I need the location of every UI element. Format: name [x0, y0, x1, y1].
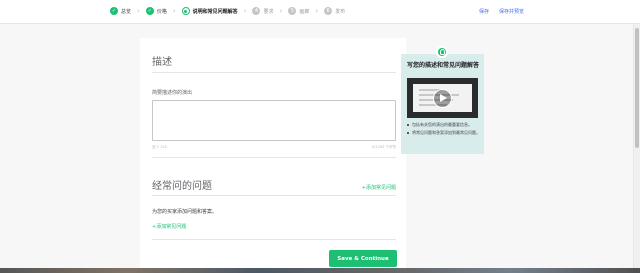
divider [152, 239, 396, 240]
nav-actions: 保存 保存并预览 [469, 8, 524, 15]
scrollbar-thumb[interactable] [635, 28, 639, 148]
description-textarea[interactable] [152, 100, 396, 141]
chevron-right-icon: › [279, 7, 283, 15]
step-number: 5 [288, 7, 297, 15]
chevron-right-icon: › [172, 7, 176, 15]
save-and-continue-button[interactable]: Save & Continue [329, 250, 397, 267]
divider [152, 72, 396, 73]
main-card: 描述 简要描述你的演出 至少 120 0/1200 个字符 经常问的问题 +添加… [140, 38, 406, 272]
tip-list: 包括有关您的演出的最重要信息。 将常见问题和答案添加到最常见问题。 [407, 122, 481, 138]
step-label: 画廊 [299, 8, 310, 15]
chevron-right-icon: › [243, 7, 247, 15]
divider [152, 195, 396, 196]
step-label: 总览 [121, 8, 132, 15]
step-overview[interactable]: ✓ 总览 [110, 7, 131, 15]
step-label: 价格 [156, 8, 167, 15]
play-icon[interactable] [433, 89, 452, 108]
save-and-preview-button[interactable]: 保存并预览 [499, 8, 524, 15]
add-faq-button[interactable]: +添加常见问题 [152, 223, 186, 230]
lightbulb-icon [436, 46, 448, 58]
top-nav: ✓ 总览 › ✓ 价格 › 说明和常见问题解答 › 4 要求 › 5 画廊 › … [0, 0, 640, 24]
step-gallery[interactable]: 5 画廊 [288, 7, 309, 15]
tip-video[interactable] [407, 78, 478, 118]
description-field-label: 简要描述你的演出 [152, 90, 193, 96]
list-item: 将常见问题和答案添加到最常见问题。 [407, 130, 481, 135]
current-step-icon [181, 7, 190, 15]
step-label: 发布 [335, 8, 346, 15]
tip-box: 写您的描述和常见问题解答 包括有关您的演出的最重要信息。 将常见问题和答案添加到… [401, 54, 484, 154]
char-counter: 0/1200 个字符 [372, 145, 396, 149]
save-button[interactable]: 保存 [479, 8, 489, 15]
add-faq-link[interactable]: +添加常见问题 [362, 184, 396, 191]
list-item: 包括有关您的演出的最重要信息。 [407, 122, 481, 127]
tip-title: 写您的描述和常见问题解答 [407, 62, 480, 69]
chevron-right-icon: › [315, 7, 319, 15]
step-label: 说明和常见问题解答 [192, 8, 238, 15]
progress-steps: ✓ 总览 › ✓ 价格 › 说明和常见问题解答 › 4 要求 › 5 画廊 › … [110, 7, 345, 15]
faq-title: 经常问的问题 [152, 181, 212, 192]
step-description-faq[interactable]: 说明和常见问题解答 [181, 7, 238, 15]
step-number: 4 [252, 7, 261, 15]
taskbar-strip [0, 268, 640, 273]
divider [152, 157, 396, 158]
step-number: 6 [324, 7, 333, 15]
check-icon: ✓ [110, 7, 118, 15]
chevron-right-icon: › [137, 7, 140, 15]
step-requirements[interactable]: 4 要求 [252, 7, 274, 15]
description-title: 描述 [152, 57, 172, 68]
step-publish[interactable]: 6 发布 [324, 7, 345, 15]
step-pricing[interactable]: ✓ 价格 [145, 7, 167, 15]
scrollbar[interactable] [633, 24, 640, 273]
step-label: 要求 [263, 8, 274, 15]
min-chars-hint: 至少 120 [152, 145, 167, 149]
faq-description: 为您的买家添加问题和答案。 [152, 209, 218, 215]
check-icon: ✓ [145, 7, 154, 15]
